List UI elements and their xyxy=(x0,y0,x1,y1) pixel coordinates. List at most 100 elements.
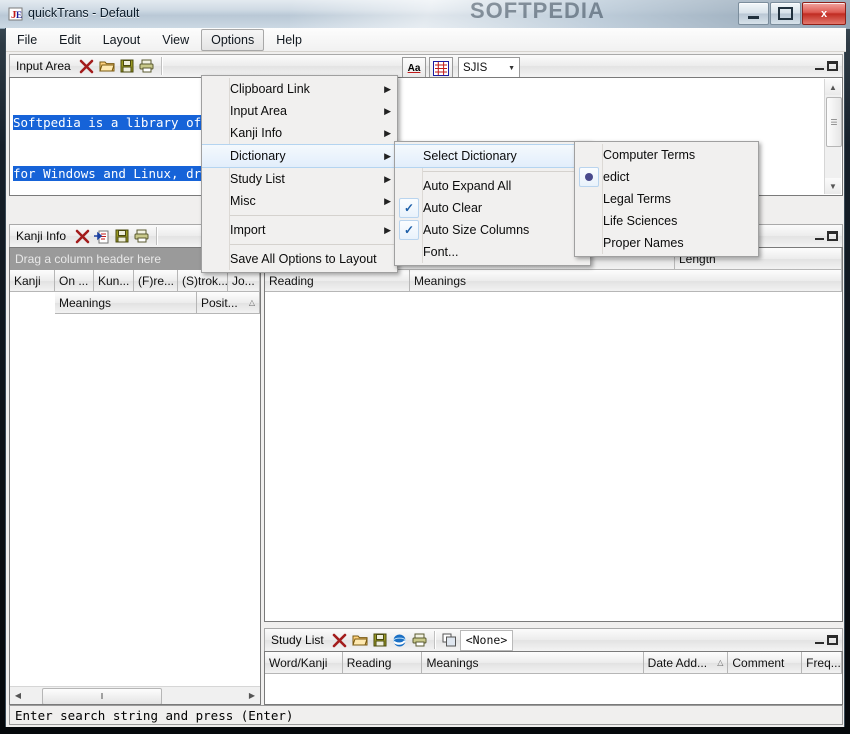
open-folder-icon[interactable] xyxy=(350,631,370,649)
column-header-kun[interactable]: Kun... xyxy=(94,270,134,292)
dictionary-menu-item-font[interactable]: Font... xyxy=(395,241,590,263)
select-dictionary-item-proper-names[interactable]: Proper Names xyxy=(575,232,758,254)
scroll-down-icon[interactable]: ▼ xyxy=(825,178,841,194)
font-button[interactable]: Aa xyxy=(402,57,426,79)
menu-item-layout[interactable]: Layout xyxy=(93,29,151,51)
column-header-reading[interactable]: Reading xyxy=(265,270,410,292)
column-header-meanings[interactable]: Meanings xyxy=(410,270,842,292)
window-title: quickTrans - Default xyxy=(28,6,140,20)
print-icon[interactable] xyxy=(137,57,157,75)
window-close-button[interactable]: x xyxy=(802,2,846,25)
save-icon[interactable] xyxy=(117,57,137,75)
scrollbar-track[interactable]: ‖ xyxy=(26,688,244,704)
submenu-arrow-icon: ▶ xyxy=(384,195,391,206)
kanji-info-header-row-1: Kanji On ... Kun... (F)re... (S)trok... … xyxy=(10,270,260,292)
submenu-arrow-icon: ▶ xyxy=(384,83,391,94)
select-dictionary-item-legal-terms[interactable]: Legal Terms xyxy=(575,188,758,210)
window-minimize-button[interactable] xyxy=(738,2,769,25)
dictionary-menu-item-auto-clear[interactable]: ✓ Auto Clear xyxy=(395,197,590,219)
scroll-left-icon[interactable]: ◀ xyxy=(10,688,26,703)
clear-icon[interactable] xyxy=(72,227,92,245)
scroll-up-icon[interactable]: ▲ xyxy=(825,79,841,95)
toolbar-separator xyxy=(160,57,163,75)
toolbar-separator xyxy=(433,631,436,649)
options-menu-item-import[interactable]: Import ▶ xyxy=(202,219,397,241)
save-icon[interactable] xyxy=(370,631,390,649)
column-header-kanji[interactable]: Kanji xyxy=(10,270,55,292)
browser-icon[interactable] xyxy=(390,631,410,649)
print-icon[interactable] xyxy=(132,227,152,245)
panel-maximize-icon[interactable] xyxy=(827,635,838,645)
clear-icon[interactable] xyxy=(330,631,350,649)
input-area-vertical-scrollbar[interactable]: ▲ ☰ ▼ xyxy=(824,79,842,194)
column-header-reading[interactable]: Reading xyxy=(342,652,423,674)
select-dictionary-item-life-sciences[interactable]: Life Sciences xyxy=(575,210,758,232)
panel-maximize-icon[interactable] xyxy=(827,61,838,71)
menu-item-label: Study List xyxy=(230,172,285,186)
scrollbar-thumb[interactable]: ☰ xyxy=(826,97,842,147)
kanji-toggle-button[interactable] xyxy=(429,57,453,79)
print-icon[interactable] xyxy=(410,631,430,649)
options-menu-item-save-all-options-to-layout[interactable]: Save All Options to Layout xyxy=(202,248,397,270)
clear-icon[interactable] xyxy=(77,57,97,75)
options-menu-item-input-area[interactable]: Input Area ▶ xyxy=(202,100,397,122)
sort-ascending-icon: △ xyxy=(717,658,724,667)
select-dictionary-item-edict[interactable]: edict xyxy=(575,166,758,188)
dictionary-menu-item-auto-expand-all[interactable]: Auto Expand All xyxy=(395,175,590,197)
input-area-panel-buttons xyxy=(815,61,842,71)
menu-item-label: Save All Options to Layout xyxy=(230,252,377,266)
menu-divider xyxy=(230,215,395,216)
scroll-right-icon[interactable]: ▶ xyxy=(244,688,260,703)
encoding-select[interactable]: SJIS ▼ xyxy=(458,57,520,79)
menu-item-help[interactable]: Help xyxy=(266,29,312,51)
column-header-frequency[interactable]: Freq... xyxy=(802,652,842,674)
options-menu-item-clipboard-link[interactable]: Clipboard Link ▶ xyxy=(202,78,397,100)
column-header-jouyou[interactable]: Jo... xyxy=(228,270,260,292)
input-area-title: Input Area xyxy=(16,59,71,73)
panel-minimize-icon[interactable] xyxy=(815,62,824,71)
column-header-frequency[interactable]: (F)re... xyxy=(134,270,178,292)
column-header-comment[interactable]: Comment xyxy=(728,652,803,674)
column-header-position[interactable]: Posit... △ xyxy=(197,292,260,314)
column-header-strokes[interactable]: (S)trok... xyxy=(178,270,228,292)
softpedia-watermark: SOFTPEDIA xyxy=(470,0,605,23)
dictionary-results-panel: Length Reading Meanings xyxy=(264,224,843,622)
menu-bar: File Edit Layout View Options Help xyxy=(6,28,846,52)
window-maximize-button[interactable] xyxy=(770,2,801,25)
column-header-meanings[interactable]: Meanings xyxy=(422,652,644,674)
kanji-info-title: Kanji Info xyxy=(16,229,67,243)
export-icon[interactable] xyxy=(92,227,112,245)
menu-item-label: Dictionary xyxy=(230,149,286,163)
options-menu-item-kanji-info[interactable]: Kanji Info ▶ xyxy=(202,122,397,144)
options-menu-item-dictionary[interactable]: Dictionary ▶ xyxy=(202,144,397,168)
menu-item-file[interactable]: File xyxy=(7,29,47,51)
column-header-on[interactable]: On ... xyxy=(55,270,94,292)
menu-item-label: Proper Names xyxy=(603,236,684,250)
options-menu-item-study-list[interactable]: Study List ▶ xyxy=(202,168,397,190)
panel-minimize-icon[interactable] xyxy=(815,636,824,645)
select-dictionary-item-computer-terms[interactable]: Computer Terms xyxy=(575,144,758,166)
kanji-info-panel: Kanji Info Drag a column header here Kan… xyxy=(9,224,261,705)
menu-item-view[interactable]: View xyxy=(152,29,199,51)
copy-icon[interactable] xyxy=(440,631,460,649)
options-menu-item-misc[interactable]: Misc ▶ xyxy=(202,190,397,212)
column-header-word-kanji[interactable]: Word/Kanji xyxy=(265,652,343,674)
menu-item-label: Auto Expand All xyxy=(423,179,512,193)
status-bar-message: Enter search string and press (Enter) xyxy=(15,707,294,723)
scrollbar-thumb[interactable]: ‖ xyxy=(42,688,162,704)
dictionary-menu-item-auto-size-columns[interactable]: ✓ Auto Size Columns xyxy=(395,219,590,241)
menu-item-options[interactable]: Options xyxy=(201,28,265,51)
panel-maximize-icon[interactable] xyxy=(827,231,838,241)
column-header-meanings[interactable]: Meanings xyxy=(55,292,197,314)
study-list-selection[interactable]: <None> xyxy=(459,629,514,651)
column-header-position-label: Posit... xyxy=(201,295,238,310)
dictionary-menu-item-select-dictionary[interactable]: Select Dictionary ▶ xyxy=(395,144,590,168)
dictionary-panel-buttons xyxy=(815,231,842,241)
menu-item-label: Select Dictionary xyxy=(423,149,517,163)
save-icon[interactable] xyxy=(112,227,132,245)
open-folder-icon[interactable] xyxy=(97,57,117,75)
column-header-date-added[interactable]: Date Add... △ xyxy=(643,652,729,674)
kanji-info-horizontal-scrollbar[interactable]: ◀ ‖ ▶ xyxy=(10,686,260,704)
panel-minimize-icon[interactable] xyxy=(815,232,824,241)
menu-item-edit[interactable]: Edit xyxy=(49,29,91,51)
